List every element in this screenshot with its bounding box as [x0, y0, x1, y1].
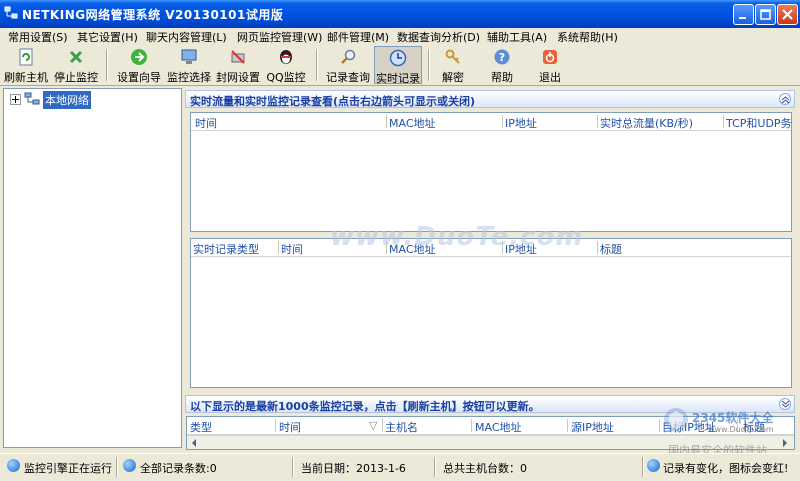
- close-icon: [782, 9, 793, 20]
- total-records-text: 全部记录条数:0: [140, 462, 217, 475]
- computer-icon: [181, 49, 197, 64]
- help-button[interactable]: ? 帮助: [484, 46, 520, 84]
- refresh-icon: [19, 48, 33, 66]
- column-header-title[interactable]: 标题: [600, 241, 622, 257]
- decrypt-button[interactable]: 解密: [435, 46, 471, 84]
- watermark-2345-url: www.DuoTe.com: [708, 425, 774, 434]
- collapse-panel-button[interactable]: [779, 93, 791, 105]
- watermark-2345: 2345软件大全 www.DuoTe.com 国内最安全的软件站: [662, 404, 800, 457]
- svg-text:?: ?: [499, 51, 505, 64]
- minimize-button[interactable]: [733, 4, 754, 25]
- network-tree[interactable]: 本地网络: [3, 88, 182, 448]
- clock-icon: [389, 49, 407, 67]
- toolbar-separator: [106, 49, 108, 81]
- watermark-duote: www.DuoTe.com: [330, 222, 584, 252]
- column-header-time[interactable]: 时间: [195, 115, 217, 131]
- column-header-src-ip[interactable]: 源IP地址: [571, 419, 614, 435]
- menu-web-monitor[interactable]: 网页监控管理(W): [237, 29, 322, 45]
- toolbar: 刷新主机 停止监控 设置向导 监控选择 封网设置 QQ监控 记录查询 实时记录 …: [0, 45, 800, 86]
- scroll-left-icon[interactable]: [189, 438, 199, 448]
- toolbar-separator: [316, 49, 318, 81]
- tree-expand-toggle[interactable]: [10, 94, 21, 105]
- menu-tools[interactable]: 辅助工具(A): [487, 29, 547, 45]
- magnifier-icon: [341, 49, 356, 64]
- menu-data-query[interactable]: 数据查询分析(D): [397, 29, 480, 45]
- refresh-host-button[interactable]: 刷新主机: [2, 46, 50, 84]
- column-header-mac[interactable]: MAC地址: [389, 115, 436, 131]
- table-header: 时间 MAC地址 IP地址 实时总流量(KB/秒) TCP和UDP务: [191, 113, 791, 131]
- column-header-time[interactable]: 时间: [279, 419, 301, 435]
- network-app-icon: [4, 6, 18, 19]
- realtime-record-button[interactable]: 实时记录: [374, 46, 422, 85]
- monitor-select-button[interactable]: 监控选择: [165, 46, 213, 84]
- qq-monitor-button[interactable]: QQ监控: [263, 46, 309, 84]
- total-hosts-text: 总共主机台数：0: [443, 462, 527, 475]
- engine-status-icon: [7, 459, 20, 472]
- record-change-icon: [647, 459, 660, 472]
- engine-status-text: 监控引擎正在运行: [24, 462, 112, 475]
- stop-monitor-button[interactable]: 停止监控: [52, 46, 100, 84]
- menu-bar: 常用设置(S) 其它设置(H) 聊天内容管理(L) 网页监控管理(W) 邮件管理…: [0, 28, 800, 45]
- column-header-tcp-udp[interactable]: TCP和UDP务: [726, 115, 791, 131]
- setup-wizard-button[interactable]: 设置向导: [114, 46, 164, 84]
- sort-indicator-icon: ▽: [369, 419, 378, 432]
- network-icon: [24, 92, 40, 105]
- maximize-button[interactable]: [755, 4, 776, 25]
- menu-chat-content[interactable]: 聊天内容管理(L): [146, 29, 227, 45]
- title-bar[interactable]: NETKING网络管理系统 V20130101试用版: [0, 0, 800, 28]
- toolbar-separator: [428, 49, 430, 81]
- menu-mail[interactable]: 邮件管理(M): [327, 29, 389, 45]
- record-change-notice: 记录有变化，图标会变红!: [663, 462, 789, 475]
- shield-logo-icon: [664, 408, 688, 432]
- realtime-traffic-table[interactable]: 时间 MAC地址 IP地址 实时总流量(KB/秒) TCP和UDP务: [190, 112, 792, 232]
- exit-button[interactable]: 退出: [532, 46, 568, 84]
- current-date-text: 当前日期：2013-1-6: [301, 462, 406, 475]
- column-header-type[interactable]: 类型: [190, 419, 212, 435]
- double-chevron-up-icon: [781, 96, 790, 104]
- maximize-icon: [760, 9, 771, 20]
- minimize-icon: [739, 17, 746, 19]
- record-query-button[interactable]: 记录查询: [324, 46, 372, 84]
- stop-x-icon: [69, 50, 83, 64]
- window-title: NETKING网络管理系统 V20130101试用版: [22, 8, 284, 22]
- arrow-right-icon: [131, 49, 147, 65]
- menu-other-settings[interactable]: 其它设置(H): [77, 29, 138, 45]
- network-block-icon: [231, 50, 245, 64]
- column-header-traffic[interactable]: 实时总流量(KB/秒): [600, 115, 693, 131]
- status-bar: 监控引擎正在运行 全部记录条数:0 当前日期：2013-1-6 总共主机台数：0…: [0, 453, 800, 481]
- qq-penguin-icon: [280, 50, 292, 64]
- help-question-icon: ?: [494, 49, 510, 65]
- records-count-icon: [123, 459, 136, 472]
- exit-power-icon: [543, 50, 557, 64]
- watermark-2345-title: 2345软件大全: [692, 411, 774, 425]
- column-header-record-type[interactable]: 实时记录类型: [193, 241, 259, 257]
- block-settings-button[interactable]: 封网设置: [214, 46, 262, 84]
- close-button[interactable]: [777, 4, 798, 25]
- menu-common-settings[interactable]: 常用设置(S): [8, 29, 68, 45]
- realtime-traffic-panel-header: 实时流量和实时监控记录查看(点击右边箭头可显示或关闭): [185, 90, 795, 108]
- column-header-mac[interactable]: MAC地址: [475, 419, 522, 435]
- tree-node-local-network[interactable]: 本地网络: [43, 91, 91, 109]
- menu-help[interactable]: 系统帮助(H): [557, 29, 618, 45]
- key-icon: [445, 49, 460, 64]
- column-header-ip[interactable]: IP地址: [505, 115, 537, 131]
- realtime-record-table[interactable]: 实时记录类型 时间 MAC地址 IP地址 标题: [190, 238, 792, 388]
- column-header-time[interactable]: 时间: [281, 241, 303, 257]
- column-header-hostname[interactable]: 主机名: [385, 419, 418, 435]
